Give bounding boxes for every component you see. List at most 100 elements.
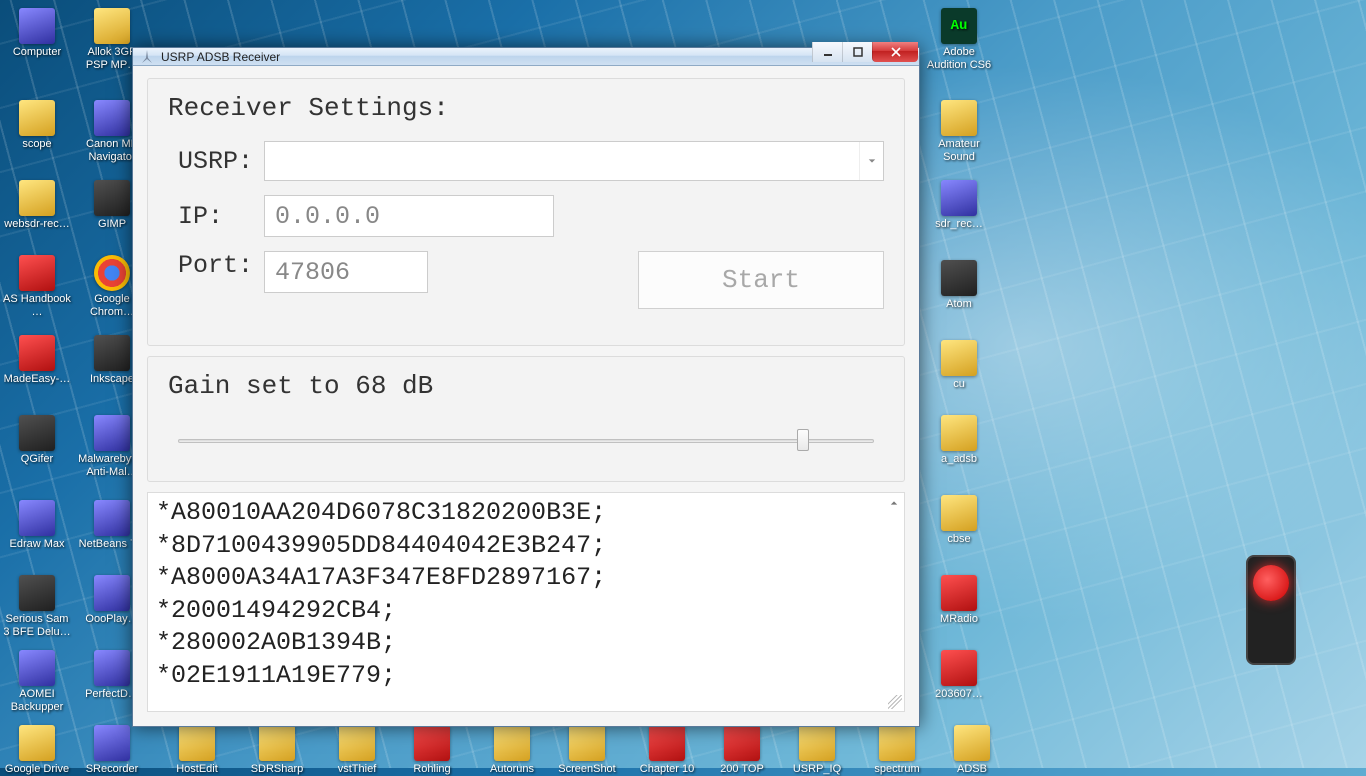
desktop-icon-label: AOMEI Backupper (0, 688, 74, 713)
desktop-icon[interactable]: 203607… (922, 650, 996, 701)
desktop-icon[interactable]: spectrum (860, 725, 934, 776)
start-button[interactable]: Start (638, 251, 884, 309)
gain-panel: Gain set to 68 dB (147, 356, 905, 482)
desktop-icon[interactable]: QGifer (0, 415, 74, 466)
desktop-icon[interactable]: cu (922, 340, 996, 391)
desktop-icon[interactable]: Atom (922, 260, 996, 311)
file-icon (941, 575, 977, 611)
file-icon (94, 415, 130, 451)
desktop-icon-label: ADSB (935, 763, 1009, 776)
file-icon (94, 650, 130, 686)
window-title: USRP ADSB Receiver (161, 50, 812, 64)
desktop-icon-label: spectrum (860, 763, 934, 776)
file-icon (19, 650, 55, 686)
file-icon (954, 725, 990, 761)
output-line: *8D7100439905DD84404042E3B247; (156, 530, 898, 563)
file-icon (19, 415, 55, 451)
file-icon (179, 725, 215, 761)
desktop-icon[interactable]: vstThief (320, 725, 394, 776)
file-icon: Au (941, 8, 977, 44)
desktop-icon-label: MadeEasy-… (0, 373, 74, 386)
desktop-icon-label: Rohling (395, 763, 469, 776)
file-icon (94, 575, 130, 611)
app-icon (139, 49, 155, 65)
desktop-icon-label: 200 TOP (705, 763, 779, 776)
ip-row: IP: (168, 195, 884, 237)
desktop-icon[interactable]: Google Drive (0, 725, 74, 776)
desktop-icon[interactable]: Edraw Max (0, 500, 74, 551)
desktop-icon-label: AS Handbook … (0, 293, 74, 318)
desktop-icon[interactable]: Computer (0, 8, 74, 59)
file-icon (941, 415, 977, 451)
file-icon (649, 725, 685, 761)
desktop-icon-label: Google Drive (0, 763, 74, 776)
slider-thumb[interactable] (797, 429, 809, 451)
file-icon (799, 725, 835, 761)
port-input[interactable] (264, 251, 428, 293)
desktop-icon-label: Amateur Sound (922, 138, 996, 163)
desktop-icon[interactable]: MRadio (922, 575, 996, 626)
output-line: *A8000A34A17A3F347E8FD2897167; (156, 562, 898, 595)
desktop-icon[interactable]: HostEdit (160, 725, 234, 776)
desktop-icon[interactable]: Autoruns (475, 725, 549, 776)
desktop-icon[interactable]: ADSB (935, 725, 1009, 776)
chevron-down-icon (859, 142, 883, 180)
minimize-button[interactable] (812, 42, 842, 62)
desktop-icon[interactable]: ScreenShot (550, 725, 624, 776)
desktop-icon[interactable]: USRP_IQ (780, 725, 854, 776)
desktop-icon[interactable]: scope (0, 100, 74, 151)
gain-slider[interactable] (178, 431, 874, 451)
usrp-label: USRP: (168, 147, 258, 176)
desktop-icon-label: cbse (922, 533, 996, 546)
file-icon (94, 255, 130, 291)
desktop-icon[interactable]: SRecorder (75, 725, 149, 776)
receiver-settings-title: Receiver Settings: (168, 93, 884, 123)
titlebar[interactable]: USRP ADSB Receiver (133, 48, 919, 66)
maximize-button[interactable] (842, 42, 872, 62)
resize-grip-icon[interactable] (888, 695, 902, 709)
usrp-combobox[interactable] (264, 141, 884, 181)
output-line: *280002A0B1394B; (156, 627, 898, 660)
file-icon (94, 8, 130, 44)
desktop-icon[interactable]: Rohling (395, 725, 469, 776)
ip-label: IP: (168, 202, 258, 231)
desktop-icon[interactable]: MadeEasy-… (0, 335, 74, 386)
desktop-icon[interactable]: Chapter 10 (630, 725, 704, 776)
file-icon (94, 100, 130, 136)
desktop-icon[interactable]: cbse (922, 495, 996, 546)
desktop-icon[interactable]: AuAdobe Audition CS6 (922, 8, 996, 71)
desktop-icon-label: QGifer (0, 453, 74, 466)
output-line: *02E1911A19E779; (156, 660, 898, 693)
desktop-icon-label: 203607… (922, 688, 996, 701)
desktop-icon-label: Atom (922, 298, 996, 311)
file-icon (19, 255, 55, 291)
slider-track (178, 439, 874, 443)
desktop-icon[interactable]: a_adsb (922, 415, 996, 466)
desktop-icon-label: a_adsb (922, 453, 996, 466)
close-button[interactable] (872, 42, 918, 62)
file-icon (19, 100, 55, 136)
gain-label: Gain set to 68 dB (168, 371, 884, 401)
desktop-icon[interactable]: Serious Sam 3 BFE Delu… (0, 575, 74, 638)
file-icon (494, 725, 530, 761)
file-icon (941, 260, 977, 296)
output-textbox[interactable]: *A80010AA204D6078C31820200B3E;*8D7100439… (147, 492, 905, 712)
file-icon (19, 725, 55, 761)
desktop-icon[interactable]: websdr-rec… (0, 180, 74, 231)
file-icon (879, 725, 915, 761)
file-icon (414, 725, 450, 761)
desktop-icon[interactable]: Amateur Sound (922, 100, 996, 163)
scroll-up-icon[interactable] (886, 495, 902, 511)
ip-input[interactable] (264, 195, 554, 237)
window-content: Receiver Settings: USRP: IP: Port: Start (133, 66, 919, 726)
desktop-icon-label: Edraw Max (0, 538, 74, 551)
port-label: Port: (168, 251, 258, 280)
file-icon (941, 650, 977, 686)
desktop-icon[interactable]: SDRSharp (240, 725, 314, 776)
desktop-icon[interactable]: 200 TOP (705, 725, 779, 776)
desktop-icon-label: sdr_rec… (922, 218, 996, 231)
desktop-icon[interactable]: AOMEI Backupper (0, 650, 74, 713)
desktop-icon-label: SRecorder (75, 763, 149, 776)
desktop-icon[interactable]: sdr_rec… (922, 180, 996, 231)
desktop-icon[interactable]: AS Handbook … (0, 255, 74, 318)
